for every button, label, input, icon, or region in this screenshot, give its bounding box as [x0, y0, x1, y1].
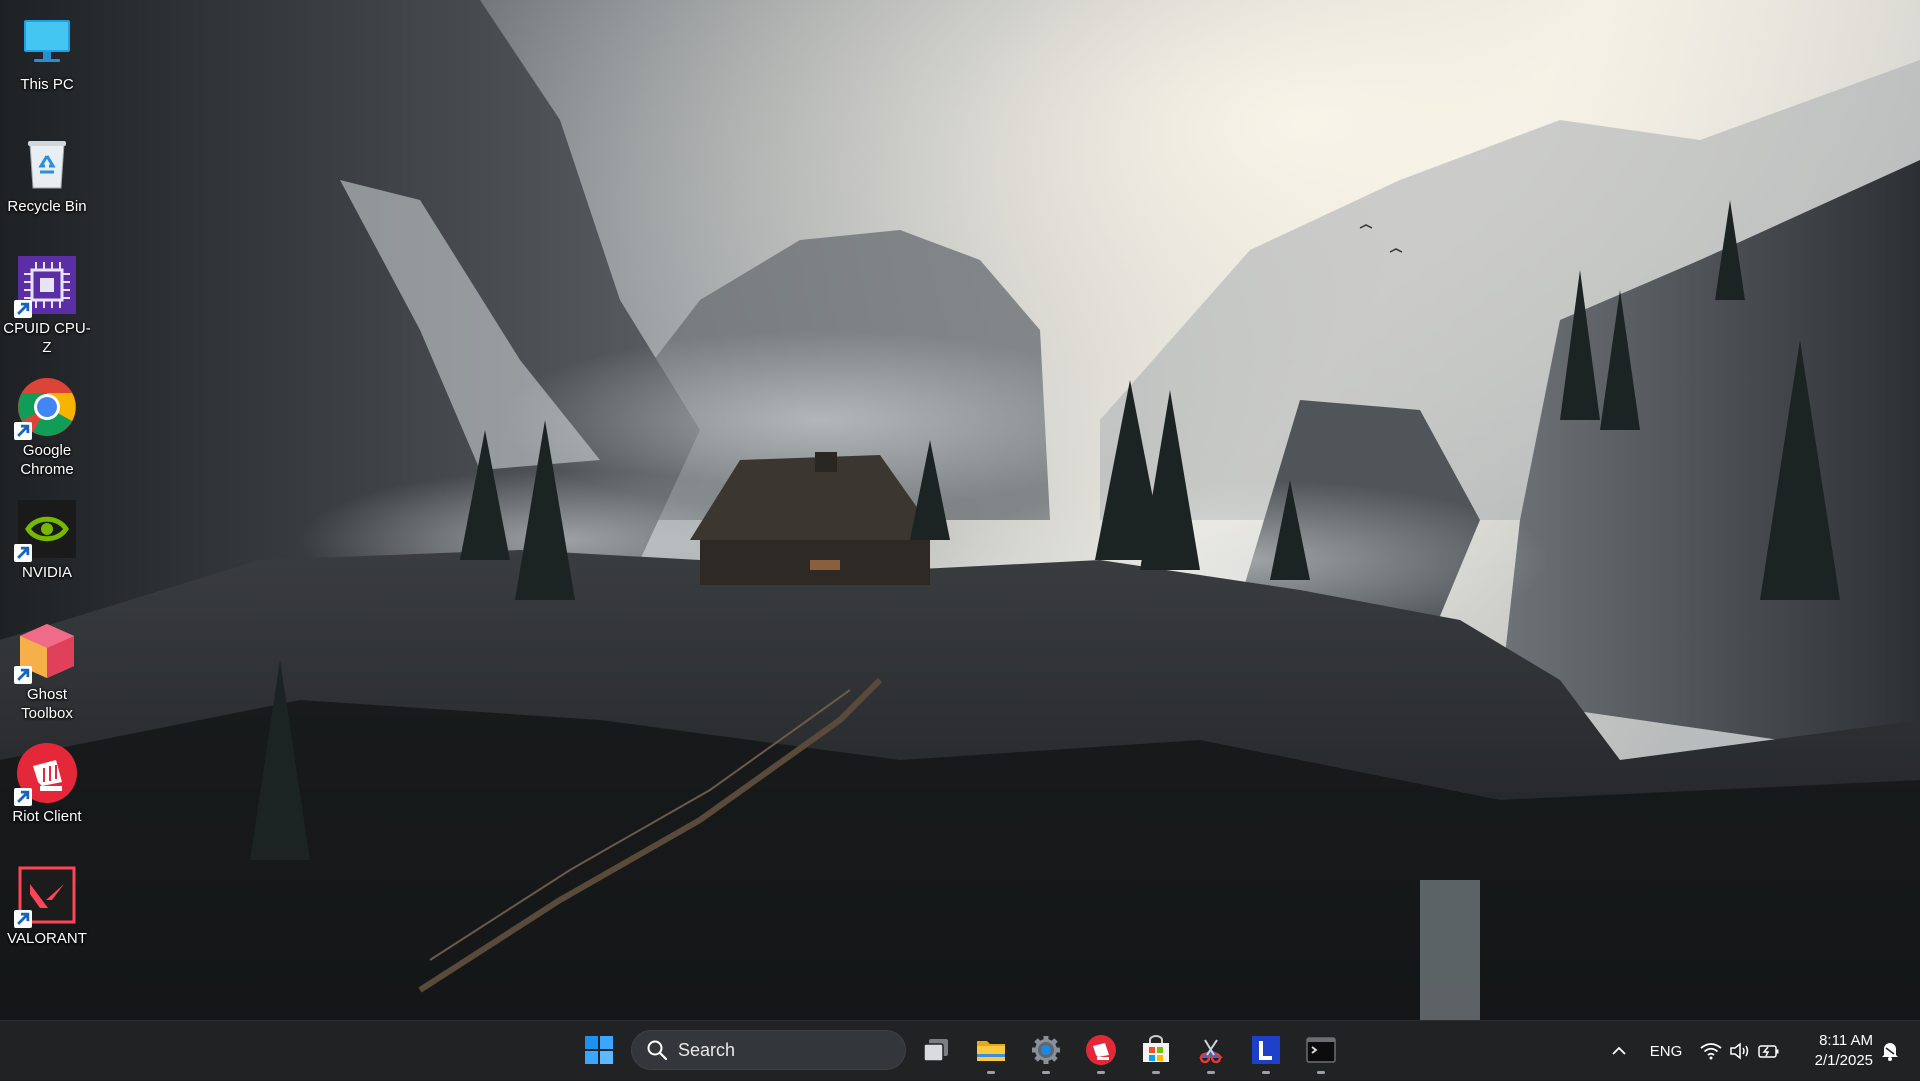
task-view-icon [923, 1039, 948, 1062]
clock-date: 2/1/2025 [1814, 1052, 1873, 1069]
start-button[interactable] [574, 1025, 624, 1075]
store-icon [1143, 1035, 1169, 1062]
battery-charging-icon [1758, 1045, 1779, 1058]
taskbar-settings[interactable] [1021, 1025, 1071, 1075]
desktop-icon-recycle-bin[interactable]: Recycle Bin [0, 124, 94, 240]
shortcut-arrow-icon [14, 422, 32, 440]
clock[interactable]: 8:11 AM 2/1/2025 [1793, 1031, 1873, 1071]
desktop-icon-ghost-toolbox[interactable]: Ghost Toolbox [0, 612, 94, 728]
desktop-icon-google-chrome[interactable]: Google Chrome [0, 368, 94, 484]
nvidia-icon [14, 498, 78, 562]
chevron-up-icon [1612, 1046, 1626, 1055]
running-indicator [987, 1071, 995, 1074]
chrome-icon [14, 376, 78, 440]
clock-time: 8:11 AM [1819, 1032, 1873, 1049]
show-hidden-icons-button[interactable] [1603, 1021, 1635, 1081]
language-label: ENG [1649, 1042, 1683, 1060]
quick-settings-button[interactable] [1700, 1021, 1780, 1081]
terminal-icon [1306, 1037, 1336, 1063]
taskbar-riot-client[interactable] [1076, 1025, 1126, 1075]
desktop-icon-this-pc[interactable]: This PC [0, 2, 94, 118]
cpu-z-icon [14, 254, 78, 318]
shortcut-arrow-icon [14, 788, 32, 806]
desktop-icon-cpu-z[interactable]: CPUID CPU-Z [0, 246, 94, 362]
riot-client-icon [14, 742, 78, 806]
running-indicator [1152, 1071, 1160, 1074]
taskbar-l-app[interactable] [1241, 1025, 1291, 1075]
taskbar-file-explorer[interactable] [966, 1025, 1016, 1075]
desktop-icon-label: This PC [20, 76, 74, 93]
running-indicator [1207, 1071, 1215, 1074]
running-indicator [1262, 1071, 1270, 1074]
volume-icon [1730, 1042, 1749, 1060]
shortcut-arrow-icon [14, 910, 32, 928]
taskbar-snipping-tool[interactable] [1186, 1025, 1236, 1075]
windows-start-icon [585, 1036, 613, 1064]
taskbar-microsoft-store[interactable] [1131, 1025, 1181, 1075]
running-indicator [1042, 1071, 1050, 1074]
recycle-bin-icon [16, 132, 78, 194]
monitor-icon [16, 10, 78, 72]
notification-bell-icon [1882, 1043, 1898, 1061]
search-icon [647, 1040, 668, 1061]
desktop-icon-valorant[interactable]: VALORANT [0, 856, 94, 972]
desktop-icon-riot-client[interactable]: Riot Client [0, 734, 94, 850]
taskbar: Search ENG 8:11 AM 2/1/2025 [0, 1020, 1920, 1080]
gear-icon [1032, 1036, 1060, 1064]
desktop-icon-nvidia[interactable]: NVIDIA [0, 490, 94, 606]
taskbar-search-box[interactable]: Search [631, 1030, 906, 1070]
input-language-indicator[interactable]: ENG [1646, 1021, 1686, 1081]
notification-center-button[interactable] [1872, 1021, 1908, 1081]
task-view-button[interactable] [911, 1025, 961, 1075]
desktop-wallpaper [0, 0, 1920, 1020]
valorant-icon [14, 864, 78, 928]
running-indicator [1317, 1071, 1325, 1074]
taskbar-terminal[interactable] [1296, 1025, 1346, 1075]
wifi-icon [1700, 1043, 1722, 1060]
riot-client-icon [1086, 1035, 1116, 1065]
shortcut-arrow-icon [14, 666, 32, 684]
shortcut-arrow-icon [14, 300, 32, 318]
folder-icon [977, 1041, 1005, 1061]
search-placeholder: Search [678, 1039, 736, 1060]
shortcut-arrow-icon [14, 544, 32, 562]
l-app-icon [1252, 1036, 1280, 1064]
running-indicator [1097, 1071, 1105, 1074]
desktop-icon-label: Recycle Bin [7, 198, 87, 215]
snipping-tool-icon [1199, 1039, 1223, 1064]
ghost-toolbox-icon [14, 620, 78, 684]
